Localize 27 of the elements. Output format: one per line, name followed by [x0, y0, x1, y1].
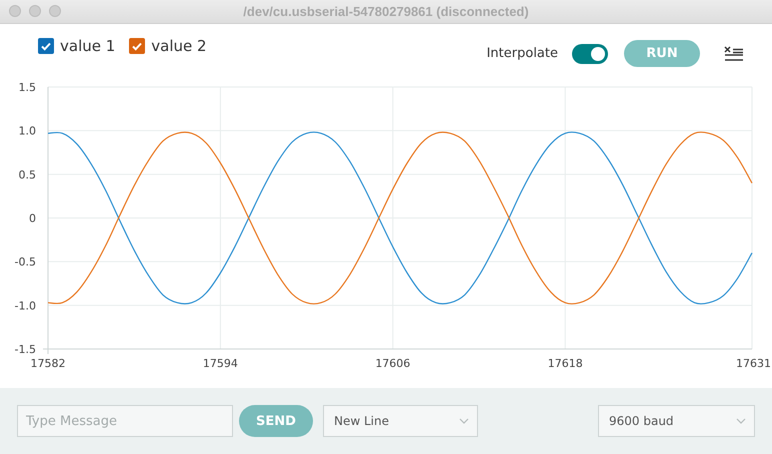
baud-rate-select[interactable]: 9600 baud	[598, 405, 755, 437]
clear-list-icon[interactable]	[724, 46, 744, 62]
x-tick-label: 17631	[736, 357, 771, 370]
check-icon	[40, 40, 52, 52]
line-ending-select[interactable]: New Line	[323, 405, 478, 437]
check-icon	[131, 40, 144, 52]
x-tick-label: 17594	[202, 357, 238, 370]
x-tick-label: 17582	[30, 357, 66, 370]
series-label: value 1	[60, 37, 116, 55]
series-label: value 2	[151, 37, 207, 55]
checkbox[interactable]	[129, 38, 146, 54]
message-input[interactable]: Type Message	[17, 405, 233, 437]
interpolate-toggle[interactable]	[572, 44, 608, 64]
y-tick-label: 0.5	[18, 168, 36, 182]
x-tick-label: 17618	[548, 357, 583, 370]
y-tick-label: -0.5	[14, 256, 36, 269]
window-title: /dev/cu.usbserial-54780279861 (disconnected)	[242, 4, 530, 19]
checkbox[interactable]	[38, 38, 54, 54]
y-tick-label: 1.0	[18, 124, 36, 138]
interpolate-label: Interpolate	[486, 46, 558, 61]
chevron-icon	[736, 418, 746, 424]
y-tick-label: 1.5	[18, 81, 36, 94]
chevron-icon	[459, 418, 469, 424]
x-tick-label: 17606	[375, 357, 410, 370]
y-tick-label: 0	[29, 212, 36, 225]
y-tick-label: -1.0	[14, 299, 36, 312]
y-tick-label: -1.5	[14, 343, 36, 356]
